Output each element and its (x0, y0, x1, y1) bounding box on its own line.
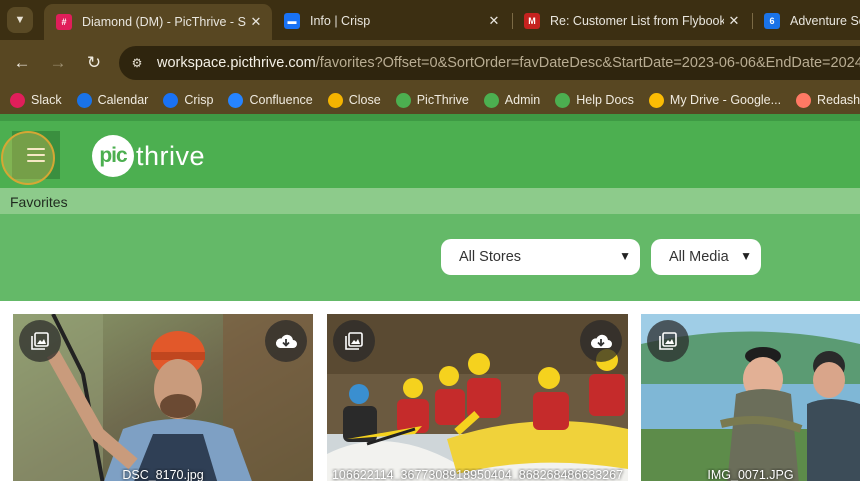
filter-bar: All Stores ▼ All Media ▼ (0, 214, 860, 301)
bookmark-redash[interactable]: Redash (796, 92, 860, 108)
calendar-icon (76, 92, 92, 108)
confluence-icon (228, 92, 244, 108)
picthrive-icon (555, 92, 571, 108)
image-icon (31, 332, 49, 350)
bookmark-slack[interactable]: Slack (10, 92, 62, 108)
bookmark-picthrive[interactable]: PicThrive (395, 92, 469, 108)
crisp-icon (163, 92, 179, 108)
tab-search-button[interactable]: ▼ (7, 7, 33, 33)
browser-toolbar: ← → ↻ ⚙ workspace.picthrive.com/favorite… (0, 40, 860, 86)
back-button[interactable]: ← (10, 51, 34, 75)
chevron-down-icon: ▼ (619, 249, 631, 263)
photo-caption: 106622114_3677308918950404_8682684866332… (331, 468, 624, 481)
tab-title: Adventure So (790, 14, 860, 28)
bookmark-confluence[interactable]: Confluence (228, 92, 313, 108)
photo-card[interactable]: IMG_0071.JPG (641, 314, 860, 481)
url-host: workspace.picthrive.com (157, 55, 316, 71)
browser-tab-slack[interactable]: # Diamond (DM) - PicThrive - Slac ✕ (44, 4, 272, 40)
picthrive-icon (395, 92, 411, 108)
bookmark-label: Admin (504, 93, 541, 107)
picthrive-logo[interactable]: pic thrive (92, 135, 205, 177)
image-icon (659, 332, 677, 350)
reload-button[interactable]: ↻ (82, 51, 106, 75)
image-type-badge (333, 320, 375, 362)
address-bar[interactable]: ⚙ workspace.picthrive.com/favorites?Offs… (119, 46, 860, 80)
menu-button[interactable] (12, 131, 60, 179)
close-crm-icon (327, 92, 343, 108)
photo-caption: IMG_0071.JPG (707, 468, 794, 481)
photo-caption: DSC_8170.jpg (122, 468, 204, 481)
image-icon (345, 332, 363, 350)
media-select-value: All Media (669, 249, 729, 265)
logo-text: thrive (136, 140, 206, 171)
google-drive-icon (648, 92, 664, 108)
tab-title: Info | Crisp (310, 14, 371, 28)
url-path: /favorites?Offset=0&SortOrder=favDateDes… (315, 55, 860, 71)
chevron-down-icon: ▼ (740, 249, 752, 263)
browser-tab-gmail[interactable]: M Re: Customer List from Flybook ✕ (512, 6, 750, 36)
slack-icon: # (56, 14, 72, 30)
bookmark-label: Redash (817, 93, 860, 107)
bookmark-label: Help Docs (576, 93, 634, 107)
store-select-value: All Stores (459, 249, 522, 265)
bookmark-label: Crisp (184, 93, 214, 107)
reload-icon: ↻ (86, 53, 102, 72)
store-select[interactable]: All Stores ▼ (441, 239, 640, 275)
bookmark-close[interactable]: Close (327, 92, 381, 108)
photo-card[interactable]: DSC_8170.jpg (13, 314, 313, 481)
calendar-icon: 6 (764, 13, 780, 29)
image-type-badge (647, 320, 689, 362)
photo-card[interactable]: 106622114_3677308918950404_8682684866332… (327, 314, 628, 481)
bookmark-crisp[interactable]: Crisp (163, 92, 214, 108)
cloud-download-icon (590, 334, 612, 348)
url-text: workspace.picthrive.com/favorites?Offset… (157, 55, 860, 71)
bookmark-help-docs[interactable]: Help Docs (555, 92, 634, 108)
chevron-down-icon: ▼ (14, 14, 26, 26)
browser-tab-crisp[interactable]: ▬ Info | Crisp ✕ (272, 6, 510, 36)
bookmark-label: Close (348, 93, 381, 107)
bookmarks-bar: Slack Calendar Crisp Confluence Close PicThri… (0, 86, 860, 114)
bookmark-admin[interactable]: Admin (483, 92, 541, 108)
crisp-icon: ▬ (284, 13, 300, 29)
hamburger-icon (27, 148, 45, 162)
slack-icon (10, 92, 25, 108)
photo-gallery: DSC_8170.jpg 106622114_3677308918950404_… (0, 301, 860, 481)
close-icon[interactable]: ✕ (484, 13, 504, 29)
site-settings-icon[interactable]: ⚙ (129, 55, 145, 71)
bookmark-label: Slack (31, 93, 62, 107)
bookmark-label: PicThrive (416, 93, 469, 107)
download-button[interactable] (580, 320, 622, 362)
close-icon[interactable]: ✕ (724, 13, 744, 29)
bookmark-label: Confluence (249, 93, 313, 107)
tab-title: Re: Customer List from Flybook (550, 14, 724, 28)
gmail-icon: M (524, 13, 540, 29)
arrow-right-icon: → (49, 53, 67, 72)
header-top-border (0, 114, 860, 121)
redash-icon (796, 92, 812, 108)
media-select[interactable]: All Media ▼ (651, 239, 761, 275)
bookmark-label: My Drive - Google... (669, 93, 782, 107)
close-icon[interactable]: ✕ (246, 14, 266, 30)
bookmark-my-drive-google[interactable]: My Drive - Google... (648, 92, 782, 108)
picthrive-icon (483, 92, 499, 108)
logo-mark: pic (92, 135, 134, 177)
browser-tab-strip: ▼ # Diamond (DM) - PicThrive - Slac ✕ ▬ … (0, 0, 860, 40)
bookmark-label: Calendar (97, 93, 149, 107)
forward-button[interactable]: → (46, 51, 70, 75)
bookmark-calendar[interactable]: Calendar (76, 92, 149, 108)
download-button[interactable] (265, 320, 307, 362)
breadcrumb: Favorites (0, 188, 860, 214)
page-title: Favorites (10, 194, 68, 210)
arrow-left-icon: ← (13, 53, 31, 72)
tab-title: Diamond (DM) - PicThrive - Slac (82, 15, 246, 29)
cloud-download-icon (275, 334, 297, 348)
browser-tab-calendar[interactable]: 6 Adventure So (752, 6, 860, 36)
image-type-badge (19, 320, 61, 362)
